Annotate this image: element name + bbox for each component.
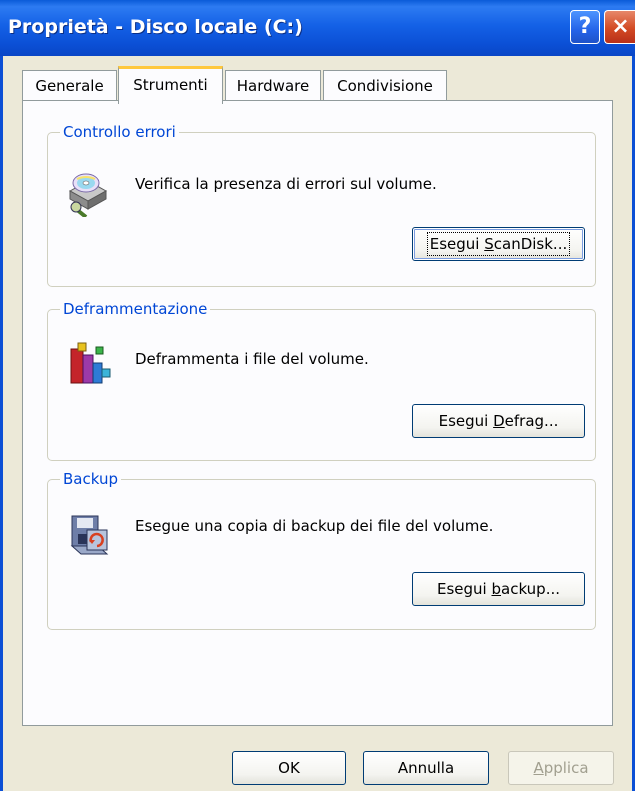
ok-button[interactable]: OK (232, 751, 346, 785)
cancel-button[interactable]: Annulla (363, 751, 489, 785)
scandisk-icon (66, 167, 110, 221)
group-description: Deframmenta i file del volume. (135, 350, 369, 368)
group-legend: Controllo errori (60, 122, 179, 142)
backup-icon (69, 512, 113, 564)
run-scandisk-button[interactable]: Esegui ScanDisk... (412, 227, 585, 261)
close-button[interactable]: × (604, 10, 635, 44)
group-defrag: Deframmentazione Deframmenta i file del … (47, 299, 596, 461)
run-backup-button[interactable]: Esegui backup... (412, 572, 585, 606)
group-legend: Backup (60, 469, 121, 489)
tab-condivisione[interactable]: Condivisione (323, 70, 447, 102)
title-bar[interactable]: Proprietà - Disco locale (C:) ? × (0, 0, 635, 56)
window-title: Proprietà - Disco locale (C:) (8, 16, 303, 38)
tab-hardware[interactable]: Hardware (225, 70, 321, 102)
apply-button[interactable]: Applica (508, 751, 614, 785)
tab-panel-strumenti: Controllo errori Verifica la presenza di… (22, 100, 613, 726)
defrag-icon (68, 339, 112, 393)
run-defrag-button[interactable]: Esegui Defrag... (412, 404, 585, 438)
group-description: Verifica la presenza di errori sul volum… (135, 175, 437, 193)
group-description: Esegue una copia di backup dei file del … (135, 517, 494, 535)
tab-strumenti[interactable]: Strumenti (118, 66, 223, 104)
help-button[interactable]: ? (570, 10, 600, 44)
group-backup: Backup Esegue una copia di backup dei fi… (47, 469, 596, 630)
tab-generale[interactable]: Generale (22, 70, 117, 102)
group-error-check: Controllo errori Verifica la presenza di… (47, 122, 596, 287)
group-legend: Deframmentazione (60, 299, 211, 319)
